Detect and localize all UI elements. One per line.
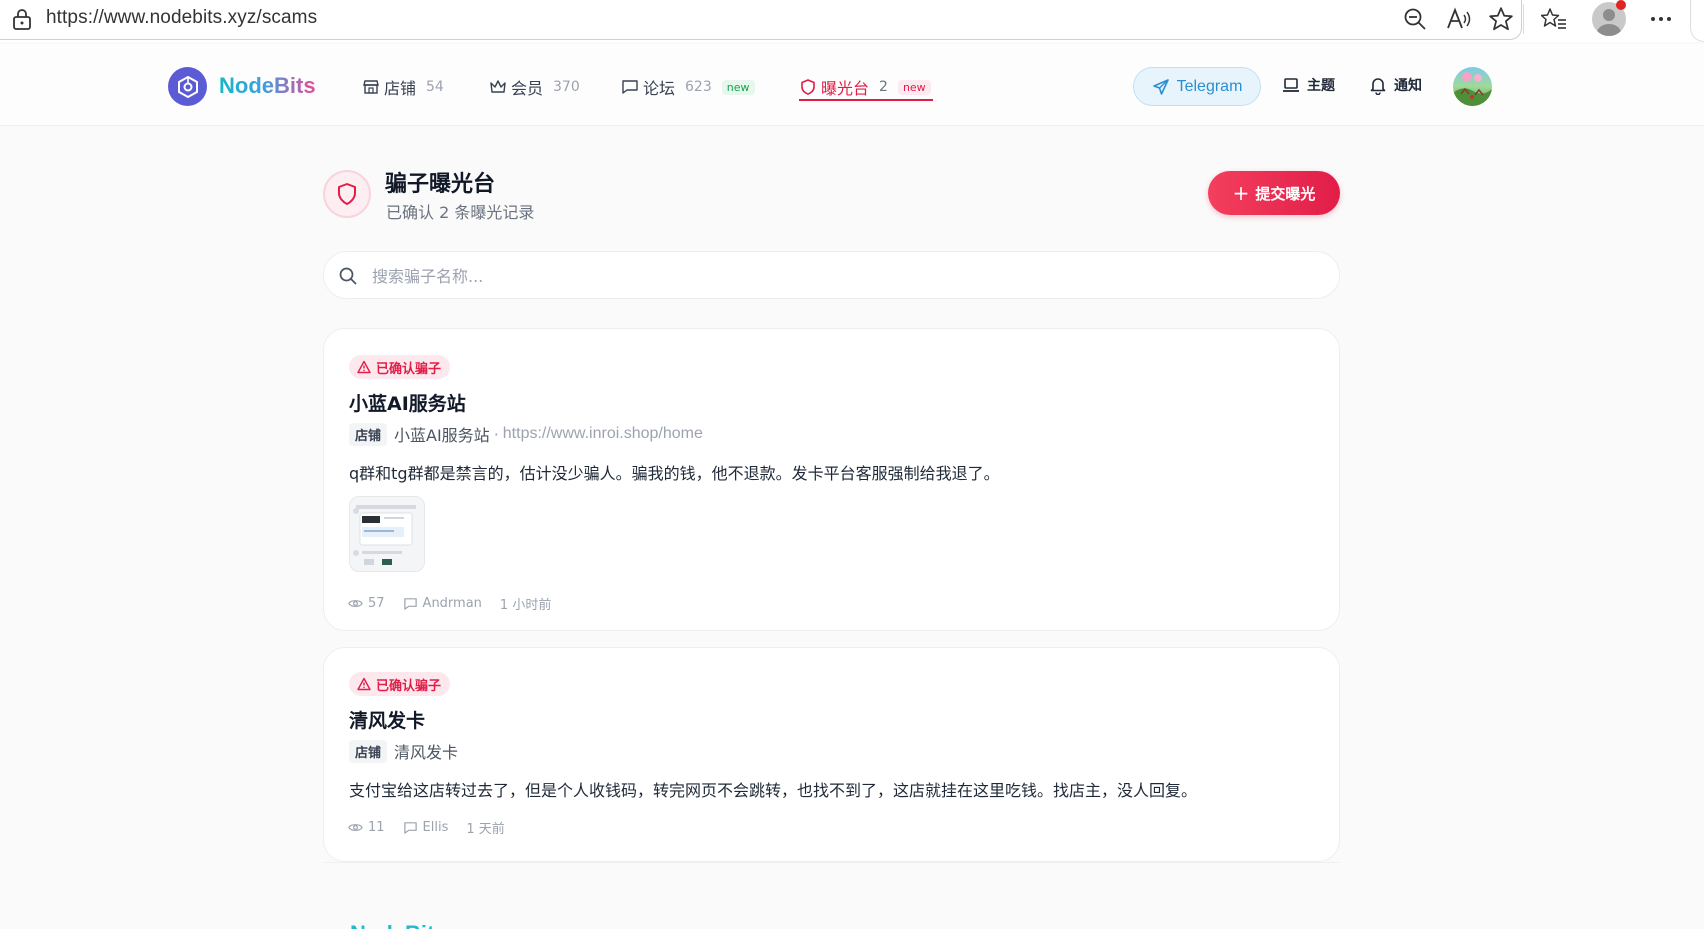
card-body: 支付宝给这店转过去了，但是个人收钱码，转完网页不会跳转，也找不到了，这店就挂在这… — [349, 781, 1198, 800]
new-badge: new — [721, 79, 755, 95]
notify-label: 通知 — [1394, 78, 1422, 94]
logo-text[interactable]: NodeBits — [219, 73, 316, 99]
card-body: q群和tg群都是禁言的，估计没少骗人。骗我的钱，他不退款。发卡平台客服强制给我退… — [349, 464, 1000, 483]
telegram-label: Telegram — [1176, 77, 1243, 95]
address-bar[interactable]: https://www.nodebits.xyz/scams — [0, 0, 1522, 40]
footer-logo-text[interactable]: NodeBits — [350, 921, 447, 929]
sidebar-edge — [1690, 0, 1704, 42]
author-name: Andrman — [422, 596, 482, 611]
evidence-thumbnail[interactable] — [349, 496, 425, 572]
submit-exposure-button[interactable]: + 提交曝光 — [1208, 171, 1340, 215]
footer-divider — [323, 862, 1340, 863]
author[interactable]: Ellis — [403, 820, 449, 835]
toolbar-divider — [1523, 4, 1524, 34]
send-icon — [1152, 78, 1170, 96]
views-value: 57 — [368, 596, 385, 611]
nav-item-shops[interactable]: 店铺 54 — [362, 74, 444, 100]
shield-icon — [336, 182, 358, 206]
nav-item-scams[interactable]: 曝光台 2 new — [799, 74, 931, 100]
nav-label: 店铺 — [384, 79, 417, 98]
site-header: NodeBits 店铺 54 会员 370 论坛 623 new 曝光台 2 n… — [0, 44, 1704, 126]
telegram-button[interactable]: Telegram — [1133, 67, 1261, 106]
page-title: 骗子曝光台 — [385, 172, 496, 197]
status-badge: 已确认骗子 — [349, 672, 451, 696]
favorite-star-icon[interactable] — [1488, 6, 1514, 32]
eye-icon — [348, 820, 363, 835]
view-count: 11 — [348, 820, 385, 835]
comment-icon — [403, 596, 418, 611]
nodebits-logo-icon[interactable] — [168, 67, 207, 106]
post-time: 1 小时前 — [499, 598, 552, 613]
alert-triangle-icon — [357, 360, 371, 374]
type-tag: 店铺 — [349, 422, 388, 446]
card-meta: 店铺 清风发卡 — [349, 739, 458, 763]
zoom-out-icon[interactable] — [1402, 6, 1428, 32]
eye-icon — [348, 596, 363, 611]
nav-count: 370 — [553, 79, 580, 95]
card-meta: 店铺 小蓝AI服务站 · https://www.inroi.shop/home — [349, 422, 703, 446]
nav-item-forum[interactable]: 论坛 623 new — [621, 74, 755, 100]
nav-count: 54 — [426, 79, 444, 95]
active-nav-underline — [799, 99, 933, 101]
search-bar[interactable] — [323, 251, 1340, 299]
user-avatar[interactable] — [1453, 67, 1492, 106]
nav-count: 2 — [879, 79, 888, 95]
page-subtitle: 已确认 2 条曝光记录 — [386, 203, 535, 222]
crown-icon — [489, 78, 507, 96]
plus-icon: + — [1232, 181, 1250, 205]
card-title[interactable]: 小蓝AI服务站 — [349, 389, 466, 416]
submit-label: 提交曝光 — [1255, 184, 1316, 203]
scam-card[interactable]: 已确认骗子 小蓝AI服务站 店铺 小蓝AI服务站 · https://www.i… — [323, 328, 1340, 631]
status-label: 已确认骗子 — [376, 361, 442, 377]
nav-label: 会员 — [511, 79, 544, 98]
status-badge: 已确认骗子 — [349, 355, 451, 379]
author[interactable]: Andrman — [403, 596, 482, 611]
store-icon — [362, 78, 380, 96]
view-count: 57 — [348, 596, 385, 611]
author-name: Ellis — [422, 820, 449, 835]
url-text[interactable]: https://www.nodebits.xyz/scams — [46, 7, 317, 29]
chat-icon — [621, 78, 639, 96]
more-menu-icon[interactable] — [1648, 6, 1674, 32]
card-stats: 57 Andrman 1 小时前 — [348, 594, 569, 613]
meta-separator: · — [493, 424, 499, 444]
post-time: 1 天前 — [466, 822, 505, 837]
page-shield-badge — [323, 170, 371, 218]
search-icon — [338, 266, 358, 286]
laptop-icon — [1281, 75, 1301, 95]
nav-label: 论坛 — [643, 79, 676, 98]
browser-toolbar: https://www.nodebits.xyz/scams — [0, 0, 1704, 42]
shop-name: 小蓝AI服务站 — [394, 426, 490, 445]
shield-icon — [799, 78, 817, 96]
new-badge: new — [897, 79, 931, 95]
views-value: 11 — [368, 820, 385, 835]
topics-link[interactable]: 主题 — [1281, 75, 1335, 95]
notifications-link[interactable]: 通知 — [1368, 75, 1422, 95]
nav-label: 曝光台 — [821, 79, 870, 98]
status-label: 已确认骗子 — [376, 678, 442, 694]
bell-icon — [1368, 75, 1388, 95]
card-title[interactable]: 清风发卡 — [349, 706, 425, 733]
search-input[interactable] — [372, 262, 1312, 290]
shop-url[interactable]: https://www.inroi.shop/home — [503, 425, 703, 443]
comment-icon — [403, 820, 418, 835]
topics-label: 主题 — [1307, 78, 1335, 94]
favorites-list-icon[interactable] — [1541, 6, 1567, 32]
read-aloud-icon[interactable] — [1446, 6, 1472, 32]
shop-name: 清风发卡 — [394, 743, 459, 762]
card-stats: 11 Ellis 1 天前 — [348, 818, 523, 837]
type-tag: 店铺 — [349, 739, 388, 763]
nav-item-members[interactable]: 会员 370 — [489, 74, 580, 100]
alert-triangle-icon — [357, 677, 371, 691]
profile-notification-dot — [1616, 0, 1626, 10]
nav-count: 623 — [685, 79, 712, 95]
lock-icon[interactable] — [11, 7, 35, 31]
scam-card[interactable]: 已确认骗子 清风发卡 店铺 清风发卡 支付宝给这店转过去了，但是个人收钱码，转完… — [323, 647, 1340, 862]
